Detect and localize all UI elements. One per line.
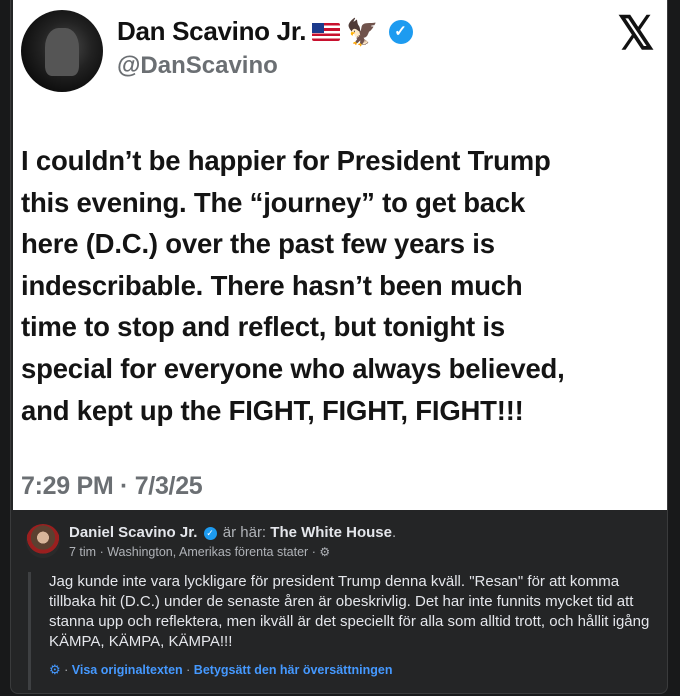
post-meta: 7 tim · Washington, Amerikas förenta sta… — [69, 545, 330, 559]
meta-separator: · — [96, 545, 108, 559]
post-time-link[interactable]: 7 tim — [69, 545, 96, 559]
rate-translation-link[interactable]: Betygsätt den här översättningen — [194, 663, 393, 677]
tweet-avatar — [21, 10, 103, 92]
translate-settings-icon[interactable]: ⚙ — [49, 662, 61, 677]
tweet-body: I couldn’t be happier for President Trum… — [21, 140, 661, 431]
gear-icon[interactable]: ⚙ — [319, 545, 330, 559]
translation-links: ⚙ · Visa originaltexten · Betygsätt den … — [49, 662, 654, 678]
tweet-author-name: Dan Scavino Jr. — [117, 16, 307, 46]
tweet-line: this evening. The “journey” to get back — [21, 186, 526, 218]
tweet-line: I couldn’t be happier for President Trum… — [21, 145, 551, 176]
tweet-line: here (D.C.) over the past few years is — [21, 228, 495, 260]
author-name-link[interactable]: Daniel Scavino Jr. — [69, 524, 197, 541]
meta-separator: · — [308, 545, 320, 559]
eagle-icon: 🦅 — [346, 16, 379, 47]
link-separator: · — [60, 663, 72, 677]
location-prefix: är här: — [222, 524, 267, 541]
tweet-line: and kept up the FIGHT, FIGHT, FIGHT!!! — [21, 394, 524, 426]
link-separator: · — [182, 663, 194, 677]
location-suffix: . — [391, 524, 397, 541]
translation-block: Jag kunde inte vara lyckligare för presi… — [28, 572, 654, 690]
tweet-timestamp: 7:29 PM · 7/3/25 — [21, 472, 203, 500]
tweet-line: time to stop and reflect, but tonight is — [21, 311, 505, 343]
author-avatar[interactable] — [26, 524, 60, 558]
show-original-link[interactable]: Visa originaltexten — [72, 663, 183, 677]
location-link[interactable]: The White House — [270, 524, 392, 541]
tweet-screenshot-image[interactable]: Dan Scavino Jr. 🦅 ✓ @DanScavino 𝕏 I coul… — [13, 0, 667, 510]
post-header: Daniel Scavino Jr. ✓ är här: The White H… — [69, 524, 396, 541]
tweet-name-row: Dan Scavino Jr. 🦅 ✓ — [117, 16, 413, 47]
tweet-line: indescribable. There hasn’t been much — [21, 269, 523, 301]
verified-badge-icon: ✓ — [203, 527, 217, 540]
x-logo-icon: 𝕏 — [617, 7, 655, 59]
post-place: Washington, Amerikas förenta stater — [107, 545, 309, 559]
verified-badge-icon: ✓ — [388, 19, 413, 44]
tweet-handle: @DanScavino — [117, 52, 278, 79]
translation-text: Jag kunde inte vara lyckligare för presi… — [49, 573, 650, 650]
tweet-line: special for everyone who always believed… — [21, 352, 565, 384]
us-flag-icon — [312, 22, 341, 41]
